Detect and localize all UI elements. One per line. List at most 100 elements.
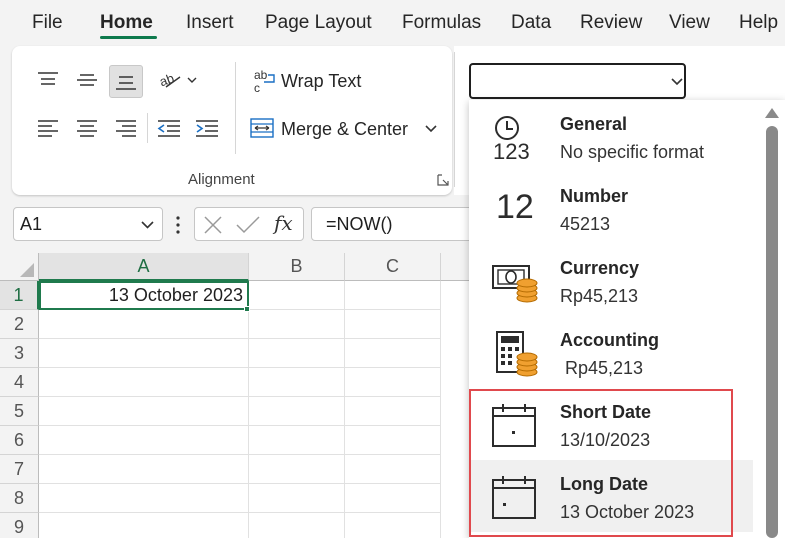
align-bottom-button[interactable]: [109, 65, 143, 98]
format-example: No specific format: [560, 142, 705, 162]
general-icon-text: 123: [493, 139, 530, 162]
format-example: 13 October 2023: [560, 502, 695, 522]
banknote-coins-icon: [492, 265, 538, 303]
tab-view[interactable]: View: [669, 12, 710, 34]
align-left-icon: [38, 120, 58, 137]
chevron-down-icon: [671, 78, 683, 86]
merge-center-button[interactable]: Merge & Center: [250, 114, 440, 144]
align-right-icon: [116, 120, 136, 137]
format-option-number[interactable]: 12 Number 45213: [469, 172, 753, 244]
decrease-indent-button[interactable]: [154, 114, 184, 142]
name-box[interactable]: A1: [13, 207, 163, 241]
row-header-5[interactable]: 5: [0, 397, 39, 426]
row-header-9[interactable]: 9: [0, 513, 39, 538]
row-header-8[interactable]: 8: [0, 484, 39, 513]
align-top-button[interactable]: [33, 66, 63, 94]
tab-formulas[interactable]: Formulas: [402, 12, 481, 34]
decrease-indent-icon: [157, 120, 180, 137]
enter-check-icon[interactable]: [236, 216, 260, 234]
format-example: 45213: [560, 214, 611, 234]
group-separator: [454, 52, 455, 187]
row-header-7[interactable]: 7: [0, 455, 39, 484]
more-options-icon[interactable]: [175, 215, 181, 235]
tab-file[interactable]: File: [32, 12, 63, 34]
format-title: Number: [560, 186, 629, 206]
tab-insert[interactable]: Insert: [186, 12, 234, 34]
column-header-c[interactable]: C: [345, 253, 441, 281]
format-title: Currency: [560, 258, 640, 278]
tab-home[interactable]: Home: [100, 12, 153, 34]
row-header-1[interactable]: 1: [0, 281, 39, 310]
format-option-accounting[interactable]: Accounting Rp45,213: [469, 316, 753, 388]
tab-review[interactable]: Review: [580, 12, 642, 34]
select-all-triangle-icon: [20, 263, 34, 277]
dialog-launcher-icon[interactable]: [437, 174, 449, 186]
calendar-icon: [492, 404, 536, 447]
group-label-alignment: Alignment: [188, 171, 255, 188]
align-middle-button[interactable]: [72, 66, 102, 94]
align-middle-icon: [77, 74, 97, 86]
scrollbar-thumb[interactable]: [766, 126, 778, 538]
format-example: Rp45,213: [560, 286, 639, 306]
calculator-coins-icon: [496, 331, 538, 377]
format-example: Rp45,213: [560, 358, 644, 378]
format-option-long-date[interactable]: Long Date 13 October 2023: [469, 460, 753, 532]
merge-center-icon: [250, 118, 274, 138]
select-all-corner[interactable]: [0, 253, 39, 281]
tab-page-layout[interactable]: Page Layout: [265, 12, 372, 34]
name-box-value: A1: [20, 214, 43, 234]
number-format-menu: 123 General No specific format 12 Number…: [469, 100, 785, 538]
number-12-icon: 12: [496, 188, 534, 226]
cell-a1[interactable]: 13 October 2023: [39, 281, 249, 310]
increase-indent-button[interactable]: [192, 114, 222, 142]
active-tab-indicator: [100, 36, 157, 39]
format-title: Accounting: [560, 330, 659, 350]
column-header-b[interactable]: B: [249, 253, 345, 281]
align-bottom-icon: [116, 75, 136, 90]
menu-scrollbar[interactable]: [759, 100, 785, 538]
formula-text: =NOW(): [326, 214, 393, 234]
column-header-a[interactable]: A: [39, 253, 249, 281]
calendar-icon: [492, 476, 536, 519]
wrap-text-icon: abc: [254, 68, 275, 94]
increase-indent-icon: [196, 120, 218, 137]
clock-123-icon: 123: [493, 116, 530, 162]
fill-handle[interactable]: [244, 306, 250, 312]
row-header-4[interactable]: 4: [0, 368, 39, 397]
wrap-text-label: Wrap Text: [281, 71, 362, 91]
tab-help[interactable]: Help: [739, 12, 778, 34]
scroll-up-icon[interactable]: [765, 108, 779, 118]
align-top-icon: [38, 72, 58, 85]
text-orientation-icon: ab: [158, 70, 197, 89]
chevron-down-icon: [141, 221, 154, 229]
svg-text:c: c: [254, 81, 260, 94]
align-left-button[interactable]: [33, 114, 63, 142]
align-center-icon: [77, 120, 97, 137]
cell-column-c[interactable]: [345, 281, 441, 538]
format-title: Short Date: [560, 402, 652, 422]
number-format-dropdown[interactable]: [469, 63, 686, 99]
cell-column-b[interactable]: [249, 281, 345, 538]
cancel-icon[interactable]: [204, 216, 222, 234]
wrap-text-button[interactable]: ab c Wrap Text: [250, 66, 370, 96]
separator: [147, 113, 148, 143]
merge-center-label: Merge & Center: [281, 119, 409, 139]
align-center-button[interactable]: [72, 114, 102, 142]
chevron-down-icon: [425, 125, 437, 133]
row-header-2[interactable]: 2: [0, 310, 39, 339]
align-right-button[interactable]: [111, 114, 141, 142]
group-separator: [235, 62, 236, 154]
tab-data[interactable]: Data: [511, 12, 551, 34]
svg-text:ab: ab: [254, 68, 268, 82]
format-title: General: [560, 114, 628, 134]
format-option-currency[interactable]: Currency Rp45,213: [469, 244, 753, 316]
row-header-6[interactable]: 6: [0, 426, 39, 455]
orientation-button[interactable]: ab: [155, 66, 201, 94]
format-example: 13/10/2023: [560, 430, 651, 450]
format-option-short-date[interactable]: Short Date 13/10/2023: [469, 388, 753, 460]
format-title: Long Date: [560, 474, 648, 494]
insert-function-icon[interactable]: fx: [274, 211, 293, 235]
format-option-general[interactable]: 123 General No specific format: [469, 100, 753, 172]
cell-column-a[interactable]: [39, 310, 249, 538]
row-header-3[interactable]: 3: [0, 339, 39, 368]
